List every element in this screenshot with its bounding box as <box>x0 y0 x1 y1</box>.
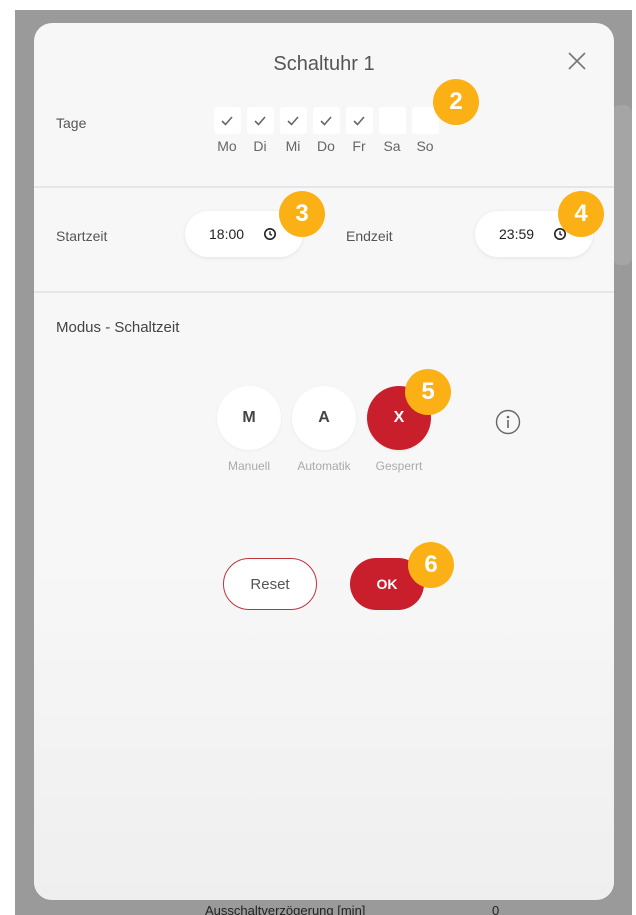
mode-automatic-button[interactable]: A <box>292 386 356 450</box>
checkmark-icon <box>320 115 332 126</box>
annotation-badge: 6 <box>408 542 454 588</box>
backdrop-panel <box>612 105 632 265</box>
day-label: Fr <box>352 138 366 154</box>
day-selector: Mo Di Mi Do Fr Sa So <box>212 107 440 154</box>
checkmark-icon <box>221 115 233 126</box>
mode-option-manual: M Manuell <box>217 386 281 473</box>
start-time-value: 18:00 <box>209 226 245 242</box>
dialog-title: Schaltuhr 1 <box>273 53 375 75</box>
checkmark-icon <box>254 115 266 126</box>
day-label: So <box>416 138 434 154</box>
annotation-badge: 3 <box>279 191 325 237</box>
day-saturday[interactable]: Sa <box>377 107 407 154</box>
timer-dialog: Schaltuhr 1 Tage Mo Di Mi Do Fr Sa So St… <box>34 23 614 900</box>
day-label: Do <box>317 138 335 154</box>
day-label: Sa <box>383 138 401 154</box>
start-time-label: Startzeit <box>56 228 108 244</box>
day-tuesday[interactable]: Di <box>245 107 275 154</box>
day-label: Mo <box>217 138 237 154</box>
mode-label: Automatik <box>297 459 351 473</box>
background-row-label: Ausschaltverzögerung [min] <box>205 903 366 915</box>
day-checkbox[interactable] <box>345 107 373 134</box>
divider <box>34 291 614 293</box>
day-checkbox[interactable] <box>213 107 241 134</box>
dialog-footer-area <box>34 563 614 900</box>
checkmark-icon <box>287 115 299 126</box>
mode-section-title: Modus - Schaltzeit <box>56 319 180 336</box>
mode-label: Gesperrt <box>375 459 423 473</box>
info-icon[interactable] <box>495 409 521 435</box>
checkmark-icon <box>353 115 365 126</box>
annotation-badge: 4 <box>558 191 604 237</box>
day-checkbox[interactable] <box>279 107 307 134</box>
day-checkbox[interactable] <box>312 107 340 134</box>
background-row-value: 0 <box>492 903 500 915</box>
end-time-value: 23:59 <box>499 226 535 242</box>
days-label: Tage <box>56 115 87 131</box>
close-icon[interactable] <box>567 51 587 71</box>
day-thursday[interactable]: Do <box>311 107 341 154</box>
day-friday[interactable]: Fr <box>344 107 374 154</box>
day-checkbox[interactable] <box>378 107 406 134</box>
reset-button[interactable]: Reset <box>223 558 317 610</box>
clock-icon <box>264 228 276 240</box>
mode-option-automatic: A Automatik <box>292 386 356 473</box>
mode-label: Manuell <box>227 459 271 473</box>
end-time-label: Endzeit <box>346 228 393 244</box>
day-label: Di <box>253 138 267 154</box>
divider <box>34 186 614 188</box>
day-wednesday[interactable]: Mi <box>278 107 308 154</box>
annotation-badge: 2 <box>433 79 479 125</box>
day-label: Mi <box>285 138 301 154</box>
day-monday[interactable]: Mo <box>212 107 242 154</box>
day-checkbox[interactable] <box>246 107 274 134</box>
annotation-badge: 5 <box>405 369 451 415</box>
mode-manual-button[interactable]: M <box>217 386 281 450</box>
